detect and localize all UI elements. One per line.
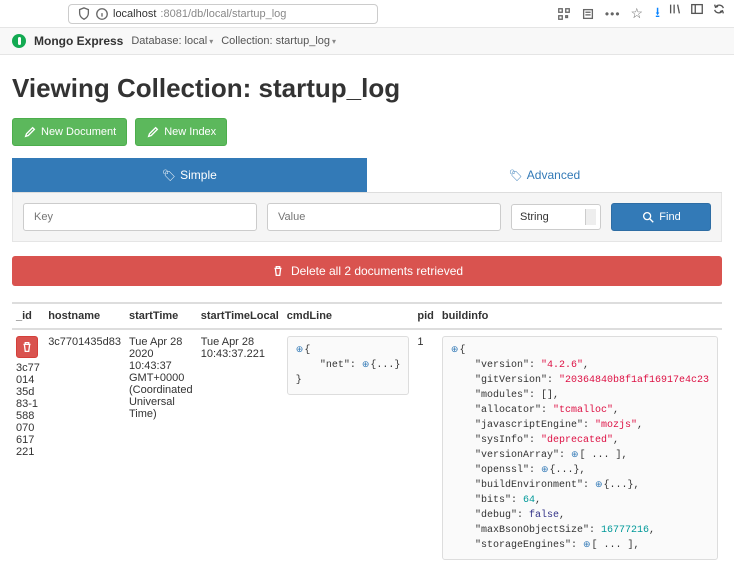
url-right-icons: ••• ☆ <box>557 5 643 22</box>
sync-icon[interactable] <box>712 2 726 16</box>
brand-label[interactable]: Mongo Express <box>34 34 123 48</box>
reader-icon[interactable] <box>581 7 595 21</box>
tab-simple[interactable]: 🏷Simple <box>12 158 367 192</box>
browser-address-bar: localhost :8081/db/local/startup_log ••• … <box>0 0 734 28</box>
new-index-button[interactable]: New Index <box>135 118 227 146</box>
documents-table: _id hostname startTime startTimeLocal cm… <box>12 302 722 566</box>
buildinfo-json[interactable]: { "version": "4.2.6", "gitVersion": "203… <box>442 336 718 560</box>
search-icon <box>641 210 655 224</box>
cmdline-json[interactable]: { "net": {...} } <box>287 336 410 395</box>
find-button[interactable]: Find <box>611 203 711 231</box>
tags-icon: 🏷 <box>509 170 523 182</box>
table-row: 3c7701435d83-1588070617221 3c7701435d83 … <box>12 329 722 566</box>
download-icon[interactable]: ⭳ <box>655 2 660 26</box>
tab-advanced[interactable]: 🏷Advanced <box>367 158 722 192</box>
shield-icon <box>77 7 91 21</box>
app-topnav: Mongo Express Database: local▾ Collectio… <box>0 28 734 55</box>
tag-icon: 🏷 <box>162 170 176 182</box>
delete-all-button[interactable]: Delete all 2 documents retrieved <box>12 256 722 286</box>
url-path: :8081/db/local/startup_log <box>160 8 286 20</box>
chevron-down-icon: ▾ <box>209 37 213 46</box>
cell-startTimeLocal: Tue Apr 28 10:43:37.221 <box>197 329 283 566</box>
pencil-icon <box>146 125 160 139</box>
col-id: _id <box>12 304 44 329</box>
search-bar: String Find <box>12 193 722 242</box>
info-icon <box>95 7 109 21</box>
cell-hostname: 3c7701435d83 <box>44 329 125 566</box>
col-cmdLine: cmdLine <box>283 304 414 329</box>
breadcrumb-collection[interactable]: Collection: startup_log▾ <box>221 35 336 47</box>
star-icon[interactable]: ☆ <box>631 5 644 22</box>
breadcrumb-db[interactable]: Database: local▾ <box>131 35 213 47</box>
col-startTimeLocal: startTimeLocal <box>197 304 283 329</box>
col-startTime: startTime <box>125 304 197 329</box>
new-document-button[interactable]: New Document <box>12 118 127 146</box>
page-title: Viewing Collection: startup_log <box>12 73 722 104</box>
trash-icon <box>20 340 34 354</box>
cell-startTime: Tue Apr 28 2020 10:43:37 GMT+0000 (Coord… <box>125 329 197 566</box>
sidebar-icon[interactable] <box>690 2 704 16</box>
cell-pid: 1 <box>413 329 438 566</box>
delete-row-button[interactable] <box>16 336 38 358</box>
chevron-down-icon: ▾ <box>332 37 336 46</box>
browser-toolbar-right: ⭳ <box>655 2 726 26</box>
library-icon[interactable] <box>668 2 682 16</box>
search-tabs: 🏷Simple 🏷Advanced <box>12 158 722 193</box>
col-pid: pid <box>413 304 438 329</box>
col-hostname: hostname <box>44 304 125 329</box>
pencil-icon <box>23 125 37 139</box>
cell-id[interactable]: 3c7701435d83-1588070617221 <box>16 362 40 458</box>
trash-icon <box>271 264 285 278</box>
url-box[interactable]: localhost :8081/db/local/startup_log <box>68 4 378 24</box>
search-type-select[interactable]: String <box>511 204 601 230</box>
search-value-input[interactable] <box>267 203 501 231</box>
col-buildinfo: buildinfo <box>438 304 722 329</box>
dots-icon[interactable]: ••• <box>605 7 621 21</box>
url-host: localhost <box>113 8 156 20</box>
mongo-logo-icon <box>12 34 26 48</box>
search-key-input[interactable] <box>23 203 257 231</box>
qr-icon[interactable] <box>557 7 571 21</box>
